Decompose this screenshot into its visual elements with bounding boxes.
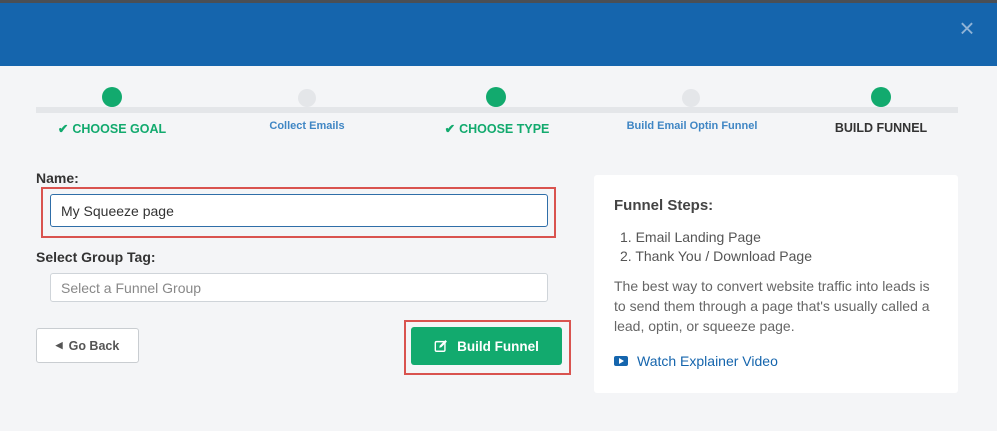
step-dot-choose-type <box>486 87 506 107</box>
panel-title: Funnel Steps: <box>614 197 714 214</box>
step-dot-collect-emails <box>298 89 316 107</box>
name-label: Name: <box>36 170 79 186</box>
video-play-icon <box>614 356 628 366</box>
funnel-steps-panel: Funnel Steps: 1. Email Landing Page 2. T… <box>594 175 958 393</box>
step-choose-type[interactable]: ✔ CHOOSE TYPE <box>445 121 550 136</box>
edit-icon <box>434 340 448 352</box>
list-item: 2. Thank You / Download Page <box>620 248 813 264</box>
step-dot-choose-goal <box>102 87 122 107</box>
step-build-funnel: BUILD FUNNEL <box>834 121 928 135</box>
group-tag-select[interactable] <box>50 273 548 302</box>
close-icon[interactable]: × <box>957 15 977 41</box>
check-icon: ✔ <box>444 122 456 136</box>
funnel-steps-list: 1. Email Landing Page 2. Thank You / Dow… <box>620 228 812 266</box>
progress-track <box>36 107 958 113</box>
group-tag-label: Select Group Tag: <box>36 249 156 265</box>
caret-left-icon: ◀ <box>55 340 63 350</box>
step-choose-goal[interactable]: ✔ CHOOSE GOAL <box>58 121 166 136</box>
step-dot-build-funnel <box>871 87 891 107</box>
step-dot-build-email-optin <box>682 89 700 107</box>
build-funnel-button[interactable]: Build Funnel <box>411 327 562 365</box>
step-build-email-optin[interactable]: Build Email Optin Funnel <box>627 120 758 132</box>
funnel-name-input[interactable] <box>50 194 548 227</box>
check-icon: ✔ <box>57 122 69 136</box>
panel-description: The best way to convert website traffic … <box>614 278 930 334</box>
list-item: 1. Email Landing Page <box>620 229 761 245</box>
step-collect-emails[interactable]: Collect Emails <box>269 120 344 132</box>
modal-header: × <box>0 3 997 66</box>
go-back-button[interactable]: ◀ Go Back <box>36 328 139 363</box>
watch-video-link[interactable]: Watch Explainer Video <box>614 353 778 369</box>
